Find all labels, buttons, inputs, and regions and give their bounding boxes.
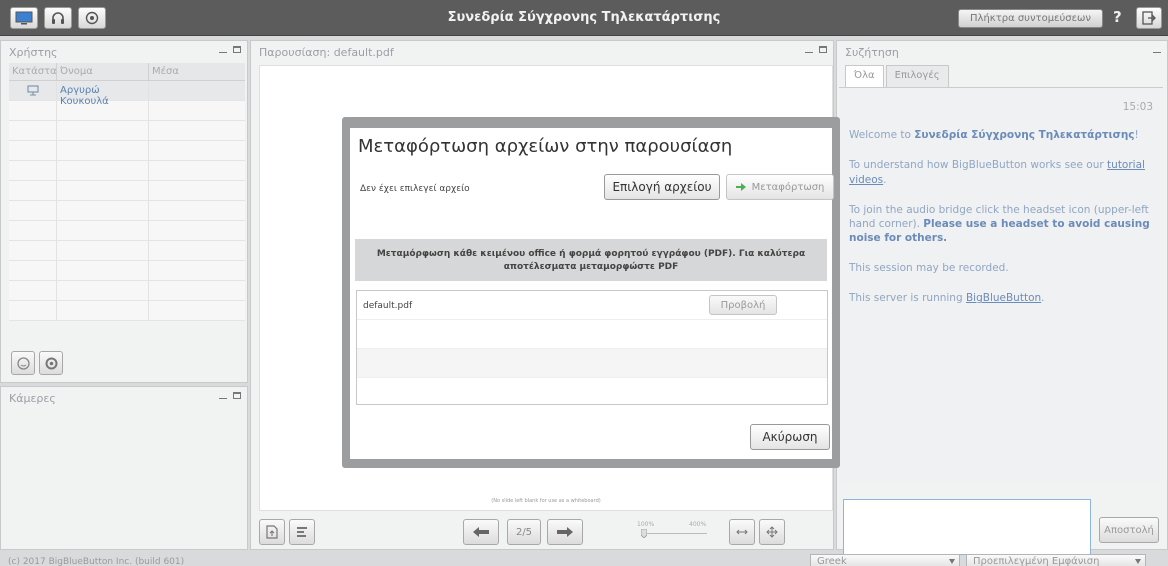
view-button[interactable]: Προβολή [709,295,777,315]
poll-icon [297,527,307,537]
column-header-media[interactable]: Μέσα [149,63,245,80]
minimize-icon[interactable] [805,52,813,53]
message-recorded: This session may be recorded. [849,262,1009,275]
message-audio: To join the audio bridge click the heads… [849,203,1150,245]
table-row [9,161,245,181]
logout-icon [1142,11,1156,25]
shortcuts-button[interactable]: Πλήκτρα συντομεύσεων [958,9,1103,28]
chevron-down-icon [1135,559,1141,564]
dialog-title: Μεταφόρτωση αρχείων στην παρουσίαση [358,136,733,157]
send-button[interactable]: Αποστολή [1099,517,1159,543]
upload-button[interactable]: Μεταφόρτωση [726,174,834,200]
upload-dialog: Μεταφόρτωση αρχείων στην παρουσίαση Δεν … [350,128,834,459]
users-table-header: Κατάστα Όνομα Μέσα [9,63,245,81]
bbb-inc-link[interactable]: BigBlueButton Inc. [49,557,132,566]
choose-file-button[interactable]: Επιλογή αρχείου [604,174,720,200]
file-name: default.pdf [363,301,413,311]
minimize-icon[interactable] [1153,52,1161,53]
users-panel-header: Χρήστης [1,41,247,63]
previous-slide-button[interactable] [463,519,499,545]
table-row [9,261,245,281]
fit-width-icon [736,529,748,535]
minimize-icon[interactable] [219,52,227,53]
webcams-panel-header: Κάμερες [1,387,247,409]
arrow-left-icon [473,527,489,537]
table-row [9,301,245,321]
message-tutorial: To understand how BigBlueButton works se… [849,159,1145,186]
table-row [9,221,245,241]
file-list: default.pdf Προβολή [356,290,828,405]
column-header-status[interactable]: Κατάστα [9,63,57,80]
top-toolbar: Συνεδρία Σύγχρονης Τηλεκατάρτισης Πλήκτρ… [0,0,1168,36]
chat-panel-header: Συζήτηση [837,41,1167,63]
no-file-label: Δεν έχει επιλεγεί αρχείο [360,184,470,194]
list-item[interactable]: default.pdf Προβολή [357,291,827,320]
message-server: This server is running BigBlueButton. [849,292,1045,305]
upload-file-icon [266,525,278,539]
upload-dialog-frame: Μεταφόρτωση αρχείων στην παρουσίαση Δεν … [342,117,840,468]
message-welcome: Welcome to Συνεδρία Σύγχρονης Τηλεκατάρτ… [849,129,1139,142]
chevron-down-icon [949,559,955,564]
presentation-panel-header: Παρουσίαση: default.pdf [251,41,833,63]
zoom-max-label: 400% [689,521,707,528]
arrow-right-icon [735,183,746,191]
table-row [9,241,245,261]
language-select[interactable]: Greek [810,554,960,566]
users-panel: Χρήστης Κατάστα Όνομα Μέσα Αργυρώ Κουκου… [0,40,248,383]
zoom-thumb-icon[interactable] [641,529,647,538]
slide-caption: (No slide left blank for use as a whiteb… [491,498,601,504]
zoom-min-label: 100% [637,521,655,528]
column-header-name[interactable]: Όνομα [57,63,149,80]
smiley-icon [16,356,30,370]
table-row [9,201,245,221]
list-item [357,378,827,407]
zoom-slider[interactable]: 100% 400% [637,519,715,545]
tab-all[interactable]: Όλα [845,65,884,87]
fit-width-button[interactable] [729,519,755,545]
bigbluebutton-link[interactable]: BigBlueButton [966,292,1041,304]
help-button[interactable]: ? [1113,8,1122,26]
maximize-icon[interactable] [233,46,241,53]
logout-button[interactable] [1136,7,1162,29]
arrow-right-icon [557,527,573,537]
page-indicator[interactable]: 2/5 [507,519,541,545]
emoji-status-button[interactable] [11,351,35,375]
chat-message-input[interactable] [843,499,1091,555]
presenter-icon [26,85,39,96]
table-row [9,121,245,141]
users-panel-title: Χρήστης [9,45,58,59]
move-icon [766,526,778,538]
conversion-info: Μεταμόρφωση κάθε κειμένου office ή φορμά… [355,239,827,281]
list-item [357,349,827,378]
chat-messages: 15:03 Welcome to Συνεδρία Σύγχρονης Τηλε… [839,87,1163,483]
table-row[interactable]: Αργυρώ Κουκουλά [9,81,245,107]
layout-select[interactable]: Προεπιλεγμένη Εμφάνιση [966,554,1146,566]
minimize-icon[interactable] [219,398,227,399]
cancel-button[interactable]: Ακύρωση [750,424,830,450]
copyright: (c) 2017 BigBlueButton Inc. (build 601) [8,557,185,566]
user-name: Αργυρώ Κουκουλά [57,81,149,107]
table-row [9,281,245,301]
chat-panel: Συζήτηση Όλα Επιλογές 15:03 Welcome to Σ… [836,40,1168,555]
tab-options[interactable]: Επιλογές [885,65,949,87]
list-item [357,320,827,349]
chat-tabs: Όλα Επιλογές [845,65,949,87]
settings-button[interactable] [39,351,63,375]
webcams-panel: Κάμερες [0,386,248,550]
maximize-icon[interactable] [233,392,241,399]
table-row [9,141,245,161]
fit-page-button[interactable] [759,519,785,545]
webcams-panel-title: Κάμερες [9,391,56,405]
chat-title: Συζήτηση [845,45,899,59]
users-table: Κατάστα Όνομα Μέσα Αργυρώ Κουκουλά [9,63,245,321]
table-row [9,101,245,121]
message-time: 15:03 [1122,101,1153,113]
next-slide-button[interactable] [547,519,583,545]
presentation-title: Παρουσίαση: default.pdf [259,45,394,59]
maximize-icon[interactable] [819,46,827,53]
table-row [9,181,245,201]
gear-icon [45,357,57,369]
upload-presentation-button[interactable] [259,519,285,545]
poll-button[interactable] [289,519,315,545]
